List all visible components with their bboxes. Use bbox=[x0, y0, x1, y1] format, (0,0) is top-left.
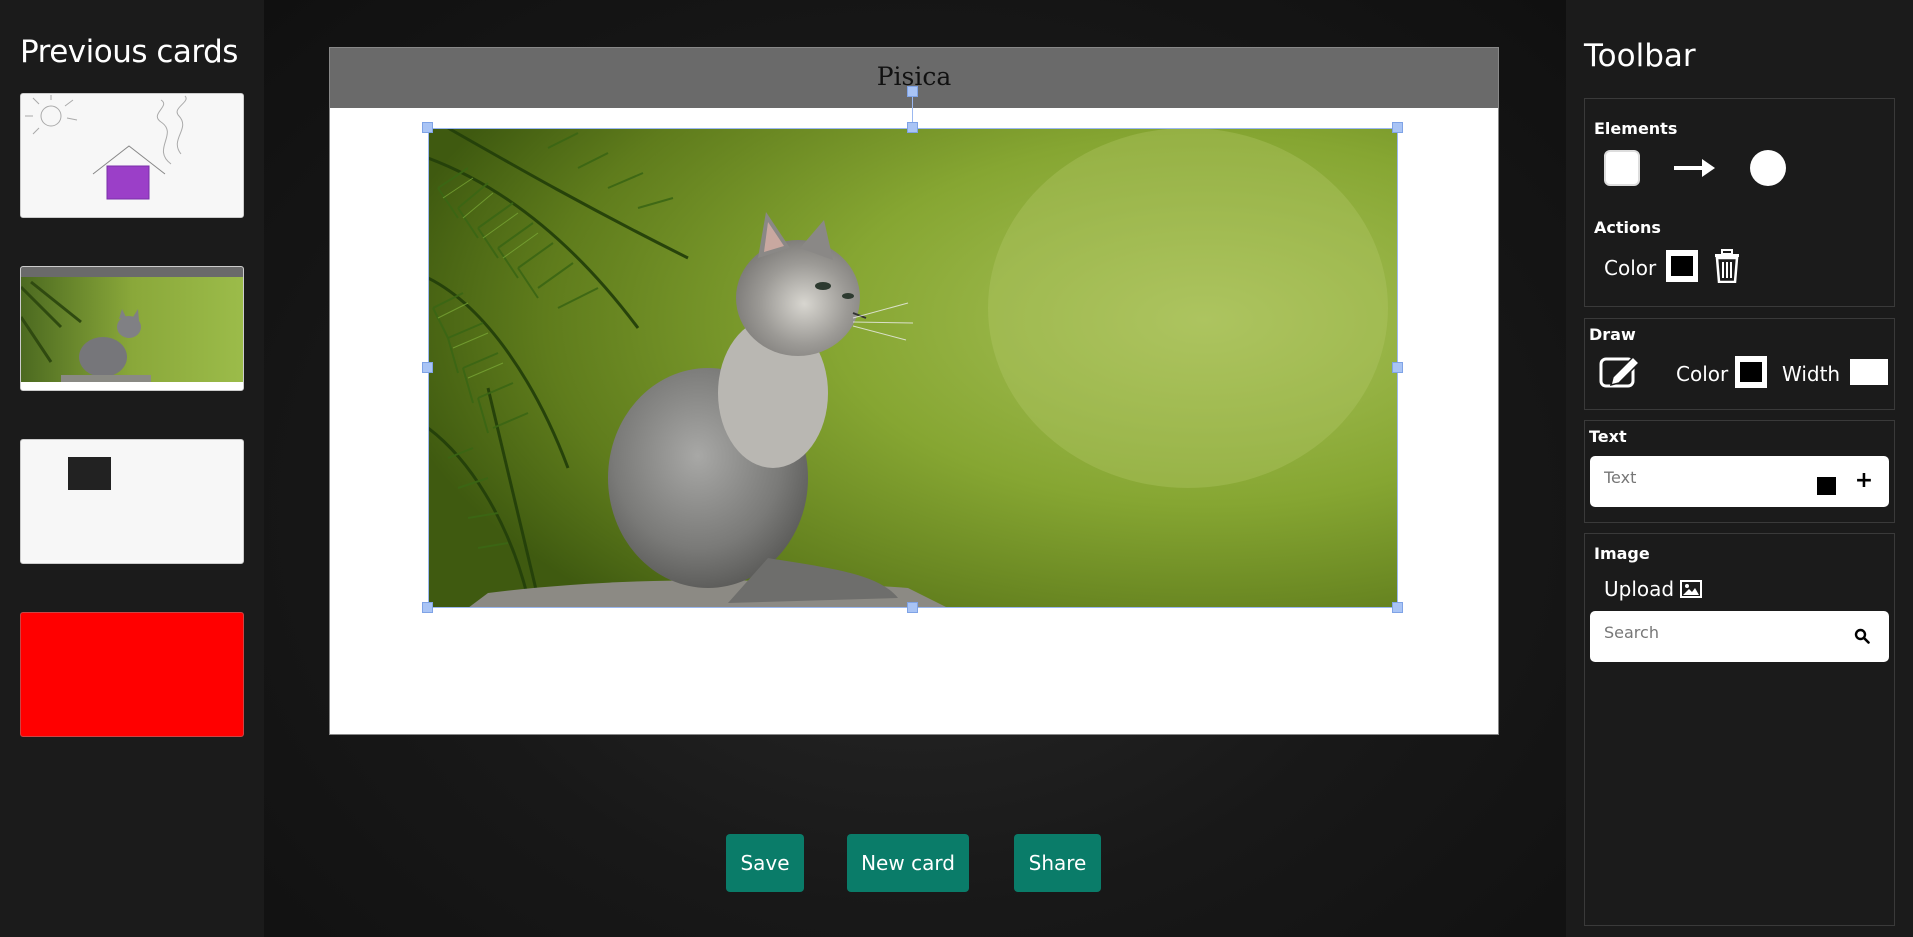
resize-handle-top[interactable] bbox=[907, 122, 918, 133]
actions-title: Actions bbox=[1594, 218, 1661, 237]
dark-square-shape bbox=[68, 457, 111, 490]
text-input[interactable] bbox=[1604, 468, 1804, 487]
new-card-button[interactable]: New card bbox=[847, 834, 969, 892]
kitten-image[interactable] bbox=[428, 128, 1398, 608]
rotate-handle[interactable] bbox=[907, 86, 918, 97]
resize-handle-bottom-right[interactable] bbox=[1392, 602, 1403, 613]
toolbar-title: Toolbar bbox=[1584, 38, 1696, 74]
card-thumbnail-red[interactable] bbox=[20, 612, 244, 737]
resize-handle-left[interactable] bbox=[422, 362, 433, 373]
card-thumbnail-dark-square[interactable] bbox=[20, 439, 244, 564]
draw-color-picker[interactable] bbox=[1735, 356, 1767, 388]
resize-handle-bottom-left[interactable] bbox=[422, 602, 433, 613]
resize-handle-right[interactable] bbox=[1392, 362, 1403, 373]
text-title: Text bbox=[1589, 427, 1627, 446]
card-thumbnail-house[interactable] bbox=[20, 93, 244, 218]
text-field-container: + bbox=[1590, 456, 1889, 507]
image-icon bbox=[1680, 580, 1703, 598]
card-thumbnail-kitten[interactable] bbox=[20, 266, 244, 391]
add-text-button[interactable]: + bbox=[1850, 467, 1878, 495]
arrow-icon[interactable] bbox=[1674, 156, 1716, 180]
image-search-input[interactable] bbox=[1604, 623, 1804, 642]
rectangle-icon[interactable] bbox=[1604, 150, 1640, 186]
draw-width-input[interactable] bbox=[1850, 359, 1888, 385]
resize-handle-bottom[interactable] bbox=[907, 602, 918, 613]
resize-handle-top-left[interactable] bbox=[422, 122, 433, 133]
elements-title: Elements bbox=[1594, 119, 1678, 138]
pencil-icon[interactable] bbox=[1599, 353, 1643, 389]
sidebar-title: Previous cards bbox=[20, 34, 238, 70]
upload-label: Upload bbox=[1604, 577, 1675, 601]
text-color-picker[interactable] bbox=[1817, 477, 1836, 495]
actions-color-label: Color bbox=[1604, 256, 1657, 280]
search-icon[interactable] bbox=[1854, 628, 1870, 644]
draw-title: Draw bbox=[1589, 325, 1636, 344]
draw-color-label: Color bbox=[1676, 362, 1729, 386]
image-panel: Image Upload bbox=[1584, 533, 1895, 926]
actions-color-picker[interactable] bbox=[1666, 250, 1698, 282]
card-editor-stage: Pisica Save New card Share bbox=[264, 0, 1566, 937]
house-drawing-image bbox=[21, 94, 243, 217]
circle-icon[interactable] bbox=[1750, 150, 1786, 186]
toolbar-sidebar: Toolbar Elements Actions Color Draw Colo… bbox=[1566, 0, 1913, 937]
trash-icon[interactable] bbox=[1712, 249, 1742, 283]
draw-panel: Draw Color Width bbox=[1584, 318, 1895, 410]
upload-button[interactable]: Upload bbox=[1604, 575, 1703, 603]
text-panel: Text + bbox=[1584, 420, 1895, 523]
previous-cards-sidebar: Previous cards bbox=[0, 0, 264, 937]
resize-handle-top-right[interactable] bbox=[1392, 122, 1403, 133]
image-search-container bbox=[1590, 611, 1889, 662]
elements-actions-panel: Elements Actions Color bbox=[1584, 98, 1895, 307]
save-button[interactable]: Save bbox=[726, 834, 804, 892]
kitten-thumbnail-image bbox=[21, 267, 243, 390]
image-title: Image bbox=[1594, 544, 1650, 563]
share-button[interactable]: Share bbox=[1014, 834, 1101, 892]
card-canvas[interactable]: Pisica bbox=[329, 47, 1499, 735]
draw-width-label: Width bbox=[1782, 362, 1841, 386]
